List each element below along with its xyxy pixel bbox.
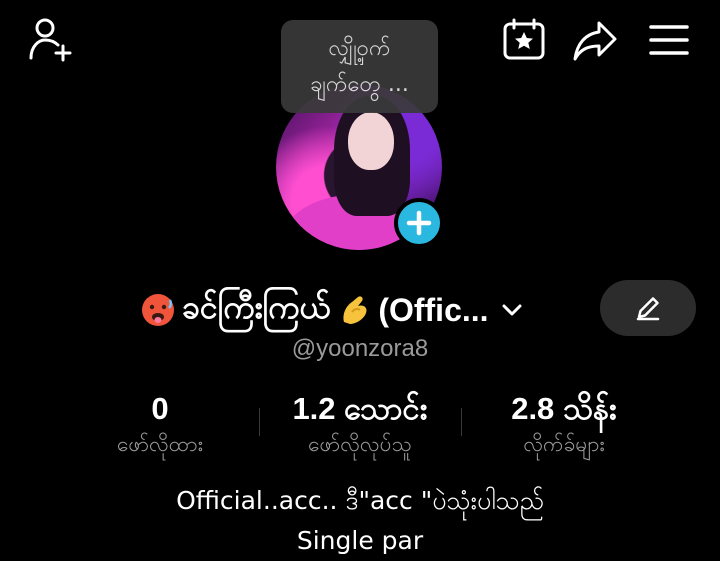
- stat-label: ဖော်လိုလုပ်သူ: [308, 432, 412, 456]
- stat-value: 2.8 သိန်း: [511, 391, 617, 426]
- add-friend-button[interactable]: [26, 16, 78, 62]
- plus-icon: [406, 210, 432, 236]
- display-name: ခင်ကြီးကြယ်: [182, 288, 331, 326]
- divider: [259, 408, 260, 436]
- tooltip-line-1: လျှို့ဝှက်: [328, 35, 391, 61]
- stats-row: 0 ဖော်လိုထား 1.2 သောင်း ဖော်လိုလုပ်သူ 2.…: [0, 390, 720, 460]
- tooltip-line-2: ချက်တွေ ...: [310, 71, 409, 97]
- hamburger-menu-icon: [649, 25, 689, 55]
- avatar-tooltip: လျှို့ဝှက် ချက်တွေ ...: [281, 20, 438, 113]
- edit-profile-button[interactable]: [600, 280, 696, 336]
- stat-followers[interactable]: 1.2 သောင်း ဖော်လိုလုပ်သူ: [268, 390, 452, 460]
- username: @yoonzora8: [291, 335, 429, 362]
- bio-line-1: Official..acc.. ဒီ"acc "ပဲသုံးပါသည်: [176, 486, 544, 515]
- calendar-star-icon: [503, 18, 545, 60]
- hot-face-emoji-icon: [142, 294, 174, 326]
- stat-following[interactable]: 0 ဖော်လိုထား: [90, 390, 230, 460]
- stat-value: 1.2 သောင်း: [292, 391, 428, 426]
- display-name-suffix: (Offic...: [378, 291, 489, 328]
- bio-line-2: Single par: [296, 526, 424, 555]
- stat-label: ဖော်လိုထား: [117, 432, 203, 456]
- divider: [461, 408, 462, 436]
- stat-value: 0: [151, 391, 169, 426]
- menu-button[interactable]: [646, 18, 692, 62]
- pencil-icon: [636, 297, 660, 321]
- stat-likes[interactable]: 2.8 သိန်း လိုက်ခ်များ: [478, 390, 650, 460]
- calendar-button[interactable]: [500, 16, 548, 64]
- person-add-icon: [29, 18, 72, 62]
- chevron-down-icon[interactable]: [499, 297, 525, 323]
- add-avatar-button[interactable]: [394, 198, 444, 248]
- stat-label: လိုက်ခ်များ: [523, 432, 605, 456]
- display-name-row[interactable]: ခင်ကြီးကြယ် (Offic...: [140, 284, 525, 336]
- share-arrow-icon: [573, 21, 617, 61]
- share-button[interactable]: [570, 16, 620, 64]
- pinching-hand-emoji-icon: [343, 296, 367, 324]
